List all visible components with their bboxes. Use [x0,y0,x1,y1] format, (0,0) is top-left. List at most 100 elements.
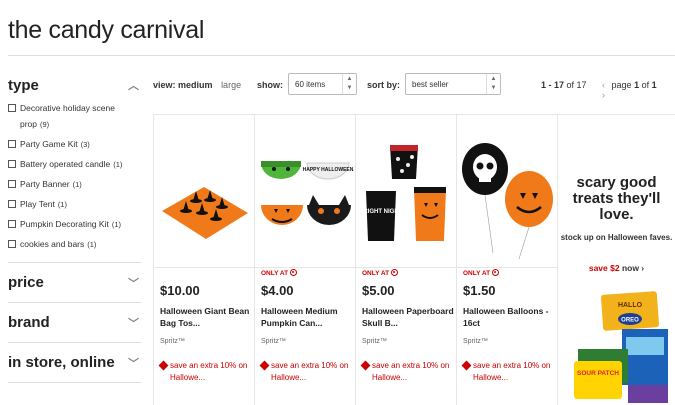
product-price: $1.50 [463,283,496,298]
chevron-left-icon[interactable]: ‹ [602,80,605,90]
target-bullseye-icon [391,269,399,276]
checkbox-icon[interactable] [8,104,16,112]
product-image[interactable]: FRIGHT NIGHT [358,143,455,267]
chevron-down-icon[interactable]: ﹀ [128,275,139,291]
filter-label: Pumpkin Decorating Kit [20,219,109,229]
type-filter-item[interactable]: Battery operated candle (1) [8,156,141,173]
product-card[interactable]: ONLY AT $1.50 Halloween Balloons - 16ct … [456,115,557,405]
facet-price-header[interactable]: price ﹀ [8,263,141,303]
filter-label: Battery operated candle [20,159,111,169]
type-filter-item[interactable]: Pumpkin Decorating Kit (1) [8,216,141,233]
filter-label: Party Game Kit [20,139,78,149]
product-name[interactable]: Halloween Medium Pumpkin Can... [261,305,353,329]
view-medium-option[interactable]: medium [178,80,213,90]
chevron-down-icon[interactable]: ﹀ [128,315,139,331]
price-tag-icon [259,360,270,371]
page-current: 1 [634,80,640,90]
product-image[interactable]: HAPPY HALLOWEEN [257,143,354,267]
chevron-down-icon[interactable]: ﹀ [128,355,139,371]
facet-store-header[interactable]: in store, online ﹀ [8,343,141,383]
product-image[interactable] [459,143,556,267]
filter-count: (9) [40,120,50,129]
product-brand: Spritz™ [362,338,387,345]
candy-text-hallo: HALLO [618,302,643,309]
product-card[interactable]: HAPPY HALLOWEEN ONLY AT $4.00 Halloween … [254,115,355,405]
show-label: show: [257,80,283,90]
promo-link[interactable]: save an extra 10% on Hallowe... [158,360,256,384]
only-at-text: ONLY AT [261,270,289,277]
items-per-page-value: 60 items [295,80,326,89]
facet-type: type ︿ Decorative holiday scene prop (9) … [8,70,141,263]
promo-link[interactable]: save an extra 10% on Hallowe... [360,360,458,384]
type-filter-item[interactable]: Decorative holiday scene prop (9) [8,100,141,133]
chevron-up-icon[interactable]: ︿ [128,77,139,93]
page-total: 1 [651,80,657,90]
product-grid: $10.00 Halloween Giant Bean Bag Tos... S… [153,115,675,405]
chevron-right-icon[interactable]: › [602,90,605,100]
product-name[interactable]: Halloween Balloons - 16ct [463,305,555,329]
range-value: 1 - 17 [541,80,565,90]
product-card[interactable]: FRIGHT NIGHT ONLY AT $5.00 Halloween Pap… [355,115,456,405]
type-filter-item[interactable]: cookies and bars (1) [8,236,141,253]
bowl-text: HAPPY HALLOWEEN [303,167,354,173]
card-divider [457,267,557,268]
promo-offer-suffix: now › [621,263,645,273]
promo-card[interactable]: scary good treats they'll love. stock up… [557,115,675,405]
product-image[interactable] [156,143,253,267]
checkbox-icon[interactable] [8,140,16,148]
product-brand: Spritz™ [463,338,488,345]
product-name[interactable]: Halloween Paperboard Skull B... [362,305,454,329]
sort-select[interactable]: best seller ▲ ▼ [405,73,501,95]
view-switcher: view: medium large [153,80,241,90]
facet-brand-label: brand [8,314,50,331]
promo-link[interactable]: save an extra 10% on Hallowe... [259,360,357,384]
only-at-text: ONLY AT [463,270,491,277]
filter-label: cookies and bars [20,239,85,249]
product-card[interactable]: $10.00 Halloween Giant Bean Bag Tos... S… [153,115,254,405]
promo-text: save an extra 10% on Hallowe... [473,361,551,382]
range-total: of 17 [566,80,587,90]
checkbox-icon[interactable] [8,180,16,188]
checkbox-icon[interactable] [8,160,16,168]
product-name[interactable]: Halloween Giant Bean Bag Tos... [160,305,252,329]
promo-subline: stock up on Halloween faves. [560,233,673,242]
type-filter-item[interactable]: Play Tent (1) [8,196,141,213]
only-at-badge: ONLY AT [261,269,298,277]
promo-text: save an extra 10% on Hallowe... [372,361,450,382]
pagination: ‹ page 1 of 1 › [598,80,668,100]
checkbox-icon[interactable] [8,240,16,248]
filter-count: (1) [57,200,67,209]
page-title: the candy carnival [8,16,205,44]
promo-text: save an extra 10% on Hallowe... [271,361,349,382]
facet-type-label: type [8,76,39,94]
checkbox-icon[interactable] [8,200,16,208]
promo-link[interactable]: save an extra 10% on Hallowe... [461,360,559,384]
product-brand: Spritz™ [261,338,286,345]
facet-type-header[interactable]: type ︿ [8,70,141,100]
promo-offer: save $2 [588,263,620,273]
promo-offer-link[interactable]: save $2 now › [558,263,675,273]
promo-text: save an extra 10% on Hallowe... [170,361,248,382]
type-filter-list: Decorative holiday scene prop (9) Party G… [8,100,141,253]
view-large-option[interactable]: large [221,80,241,90]
only-at-text: ONLY AT [362,270,390,277]
target-bullseye-icon [492,269,500,276]
product-price: $10.00 [160,283,200,298]
result-range: 1 - 17 of 17 [541,80,587,90]
facet-store-label: in store, online [8,354,115,371]
product-price: $4.00 [261,283,294,298]
filter-count: (1) [87,240,97,249]
target-bullseye-icon [290,269,298,276]
only-at-badge: ONLY AT [362,269,399,277]
filter-label: Party Banner [20,179,70,189]
card-divider [255,267,355,268]
checkbox-icon[interactable] [8,220,16,228]
price-tag-icon [158,360,169,371]
type-filter-item[interactable]: Party Banner (1) [8,176,141,193]
card-divider [154,267,254,268]
candy-image: HALLO OREO SOUR PATCH [574,291,668,403]
type-filter-item[interactable]: Party Game Kit (3) [8,136,141,153]
items-per-page-select[interactable]: 60 items ▲ ▼ [288,73,357,95]
filter-sidebar: type ︿ Decorative holiday scene prop (9) … [8,64,141,383]
facet-brand-header[interactable]: brand ﹀ [8,303,141,343]
